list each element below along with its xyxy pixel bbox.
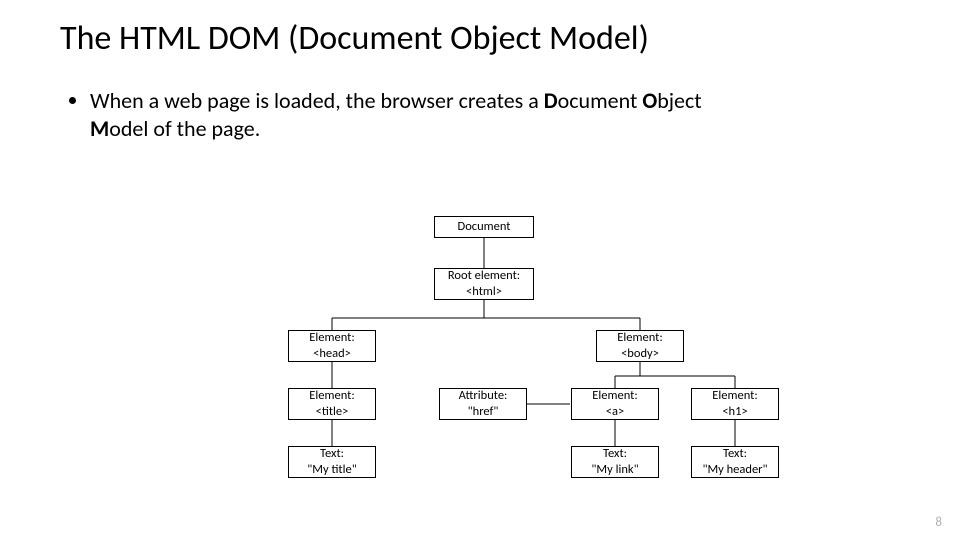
node-text-myheader: Text: "My header": [691, 446, 779, 478]
node-textlink-line2: "My link": [591, 462, 638, 478]
node-root-html: Root element: <html>: [434, 268, 534, 300]
page-number: 8: [935, 515, 942, 530]
node-href-line1: Attribute:: [459, 388, 508, 404]
node-document-label: Document: [458, 219, 511, 235]
node-attribute-href: Attribute: "href": [439, 388, 527, 420]
node-title-line1: Element:: [309, 388, 354, 404]
bullet-text-2: ocument: [558, 87, 643, 114]
bullet-bold-d: D: [544, 87, 558, 114]
node-body-line1: Element:: [617, 330, 662, 346]
node-body-line2: <body>: [621, 346, 659, 362]
bullet-bold-o: O: [642, 87, 657, 114]
node-element-title: Element: <title>: [288, 388, 376, 420]
node-textlink-line1: Text:: [603, 446, 627, 462]
bullet-item: When a web page is loaded, the browser c…: [90, 87, 730, 142]
node-element-a: Element: <a>: [571, 388, 659, 420]
bullet-bold-m: M: [90, 115, 109, 142]
node-a-line2: <a>: [606, 404, 624, 420]
node-text-mylink: Text: "My link": [571, 446, 659, 478]
bullet-text-4: odel of the page.: [109, 115, 260, 142]
node-head-line1: Element:: [309, 330, 354, 346]
node-root-line1: Root element:: [448, 268, 520, 284]
node-title-line2: <title>: [316, 404, 349, 420]
node-href-line2: "href": [468, 404, 499, 420]
node-text-mytitle: Text: "My title": [288, 446, 376, 478]
node-texttitle-line2: "My title": [307, 462, 356, 478]
node-element-h1: Element: <h1>: [691, 388, 779, 420]
node-h1-line2: <h1>: [722, 404, 747, 420]
node-root-line2: <html>: [466, 284, 502, 300]
node-textheader-line1: Text:: [723, 446, 747, 462]
node-document: Document: [434, 216, 534, 238]
node-element-body: Element: <body>: [596, 330, 684, 362]
node-element-head: Element: <head>: [288, 330, 376, 362]
slide-title: The HTML DOM (Document Object Model): [60, 18, 900, 59]
bullet-text-1: When a web page is loaded, the browser c…: [90, 87, 544, 114]
node-texttitle-line1: Text:: [320, 446, 344, 462]
node-textheader-line2: "My header": [702, 462, 767, 478]
bullet-text-3: bject: [657, 87, 701, 114]
node-h1-line1: Element:: [712, 388, 757, 404]
node-head-line2: <head>: [313, 346, 351, 362]
node-a-line1: Element:: [592, 388, 637, 404]
